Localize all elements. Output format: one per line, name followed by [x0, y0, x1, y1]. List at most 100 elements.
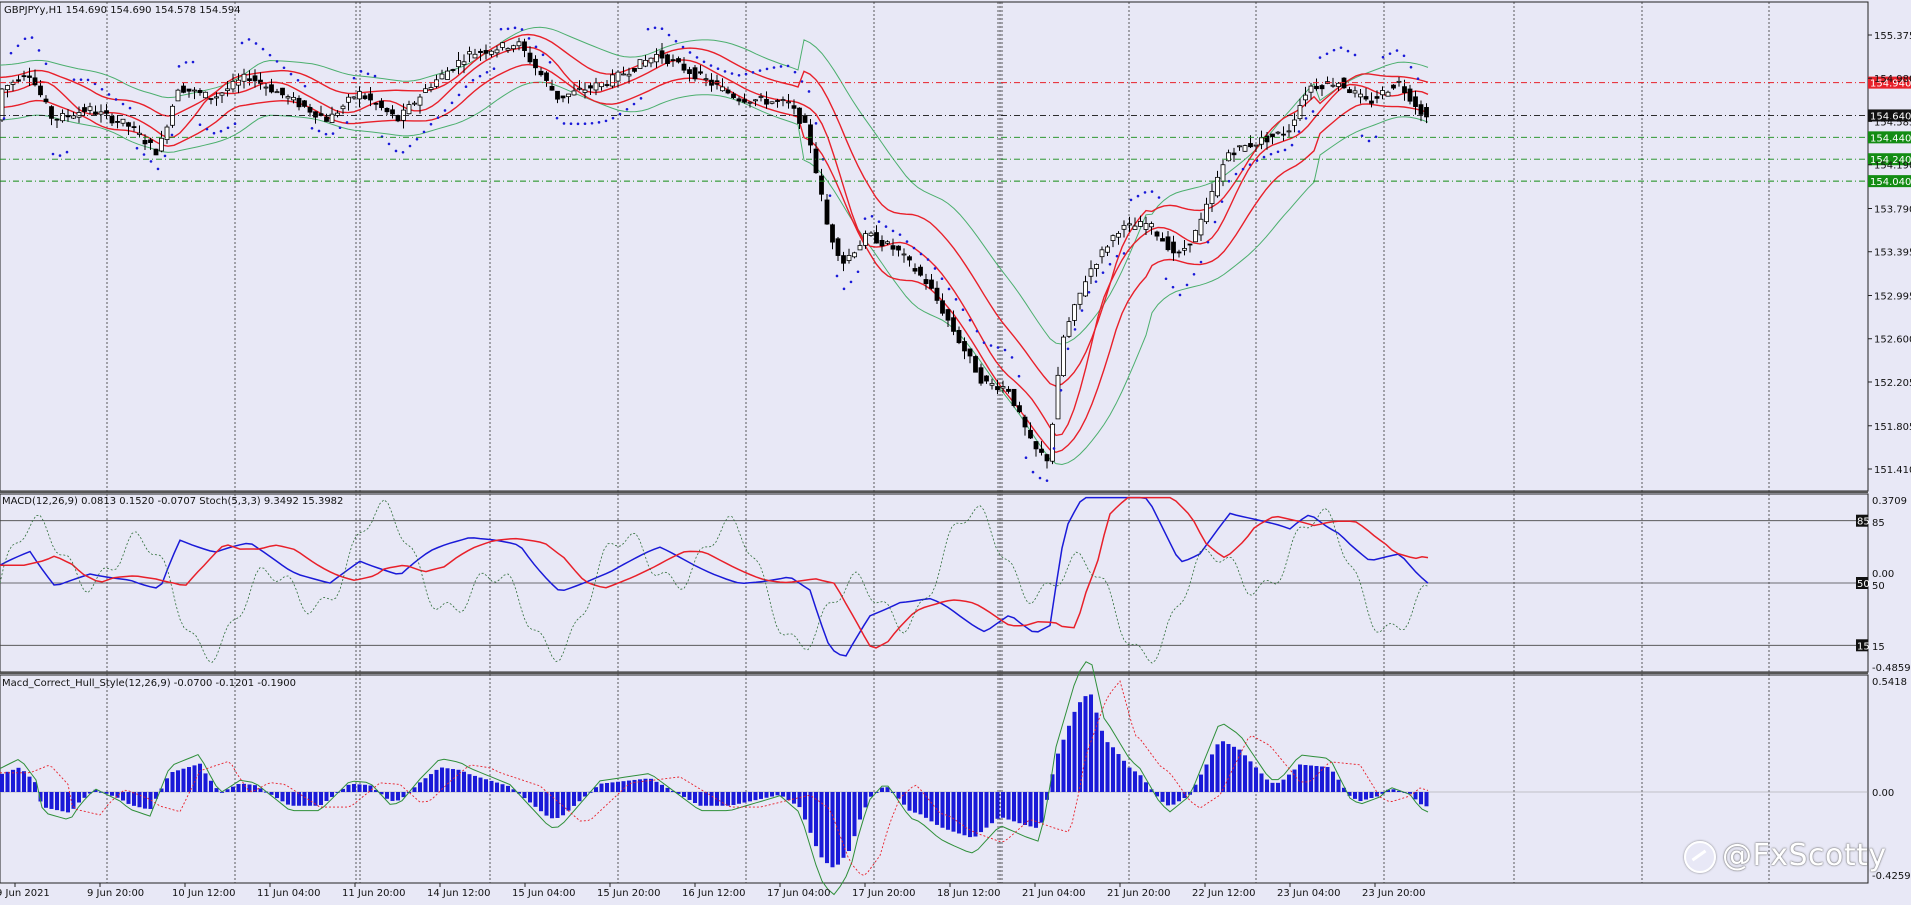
- hull-histogram-bar: [286, 792, 290, 805]
- candle-bear: [302, 100, 307, 107]
- sar-dot: [436, 116, 440, 119]
- candle-bull: [610, 74, 615, 87]
- sar-dot: [1346, 49, 1350, 53]
- watermark-logo-icon: [1684, 840, 1716, 873]
- candle-bear: [929, 279, 934, 289]
- sar-dot: [422, 130, 426, 134]
- hull-histogram-bar: [1094, 712, 1099, 792]
- envelope-upper-line: [0, 33, 1429, 387]
- sar-dot: [415, 137, 419, 141]
- candle-bull: [263, 86, 269, 89]
- sar-dot: [1255, 159, 1259, 162]
- candle-bull: [456, 60, 461, 68]
- hull-histogram-bar: [555, 792, 560, 818]
- sar-dot: [975, 329, 979, 333]
- sar-dot: [646, 27, 650, 31]
- sar-dot: [443, 109, 447, 112]
- hull-histogram-bar: [1089, 694, 1093, 792]
- hull-histogram-bar: [1221, 741, 1225, 792]
- sar-dot: [1038, 476, 1042, 480]
- candle-bear: [775, 100, 780, 102]
- candle-bear: [296, 97, 302, 108]
- candle-bear: [1402, 86, 1407, 94]
- sar-dot: [1073, 328, 1077, 331]
- hull-histogram-bar: [1204, 764, 1209, 792]
- candle-bear: [1160, 238, 1165, 242]
- sar-dot: [702, 60, 706, 64]
- sar-dot: [1136, 194, 1140, 198]
- hull-histogram-bar: [720, 792, 725, 806]
- hull-histogram-bar: [1012, 792, 1016, 822]
- hull-histogram-bar: [1309, 765, 1313, 792]
- hull-histogram-bar: [66, 792, 70, 813]
- time-tick-label: 15 Jun 20:00: [597, 888, 661, 899]
- candle-bull: [417, 96, 423, 106]
- sar-dot: [541, 53, 545, 57]
- candle-bull: [439, 73, 445, 80]
- hull-histogram-bar: [682, 792, 686, 797]
- hull-histogram-bar: [1166, 792, 1170, 806]
- sar-dot: [261, 47, 265, 51]
- hull-histogram-bar: [242, 783, 246, 792]
- candle-bull: [1220, 164, 1226, 182]
- sar-dot: [548, 60, 552, 64]
- candle-bear: [890, 245, 896, 250]
- chart-canvas[interactable]: 8550150.3709850.005015-0.4859 0.54180.00…: [0, 0, 1911, 905]
- sar-dot: [744, 72, 748, 76]
- sar-dot: [247, 38, 251, 41]
- sar-dot: [240, 41, 244, 45]
- hull-histogram-bar: [1171, 792, 1176, 805]
- hull-histogram-bar: [825, 792, 829, 864]
- sar-dot: [275, 60, 279, 63]
- hull-histogram-bar: [1034, 792, 1038, 828]
- price-tick-label: 151.410: [1874, 465, 1911, 476]
- candle-bull: [703, 78, 709, 81]
- hull-histogram-bar: [665, 787, 670, 792]
- sar-dot: [1325, 52, 1329, 56]
- chart-window[interactable]: 85 50 15 0.3709 85 0.00 50 15 -0.4859 0.5418 0.00…: [0, 0, 1911, 905]
- candle-bull: [1198, 218, 1204, 236]
- time-axis: 9 Jun 2021 9 Jun 20:00 10 Jun 12:00 11 Jun …: [0, 883, 1426, 899]
- hull-histogram-bar: [401, 792, 406, 798]
- hull-histogram-bar: [82, 792, 87, 798]
- candle-bull: [71, 115, 76, 119]
- sar-dot: [940, 277, 944, 281]
- hull-histogram-bar: [1391, 789, 1396, 792]
- hull-histogram-bar: [352, 784, 356, 792]
- hull-histogram-bar: [836, 792, 840, 865]
- sar-dot: [1276, 150, 1280, 154]
- hull-histogram-bar: [60, 792, 65, 812]
- sar-dot: [653, 26, 657, 30]
- hull-histogram-bar: [209, 780, 213, 792]
- hull-histogram-bar: [440, 767, 444, 792]
- candle-bear: [395, 115, 401, 122]
- sar-dot: [723, 70, 727, 73]
- candle-bull: [615, 71, 621, 82]
- hull-histogram-bar: [632, 779, 637, 792]
- candle-bull: [643, 60, 648, 67]
- hull-histogram-bar: [280, 792, 285, 802]
- sar-dot: [1185, 283, 1189, 287]
- hull-histogram-bar: [1243, 755, 1247, 792]
- stoch-level-label: 50: [1857, 579, 1870, 590]
- envelope-lower-line: [0, 63, 1429, 454]
- candle-bull: [494, 49, 500, 54]
- sar-dot: [562, 122, 566, 125]
- candle-bear: [197, 90, 203, 94]
- hull-histogram-bar: [781, 792, 785, 797]
- macd-tick-label: 50: [1872, 581, 1885, 592]
- sar-dot: [170, 133, 174, 137]
- hull-histogram-bar: [1111, 747, 1115, 792]
- sar-dot: [1080, 309, 1084, 312]
- candle-bear: [1154, 231, 1160, 237]
- candle-bear: [1347, 89, 1352, 94]
- hull-histogram-bar: [1314, 766, 1319, 792]
- candle-bear: [1314, 85, 1319, 90]
- candle-bull: [747, 101, 753, 104]
- sar-dot: [331, 132, 335, 135]
- candle-bull: [219, 92, 225, 96]
- hull-histogram-bar: [187, 767, 191, 792]
- hull-histogram-bar: [500, 784, 505, 792]
- sar-dot: [1024, 456, 1028, 460]
- candle-bull: [60, 113, 65, 122]
